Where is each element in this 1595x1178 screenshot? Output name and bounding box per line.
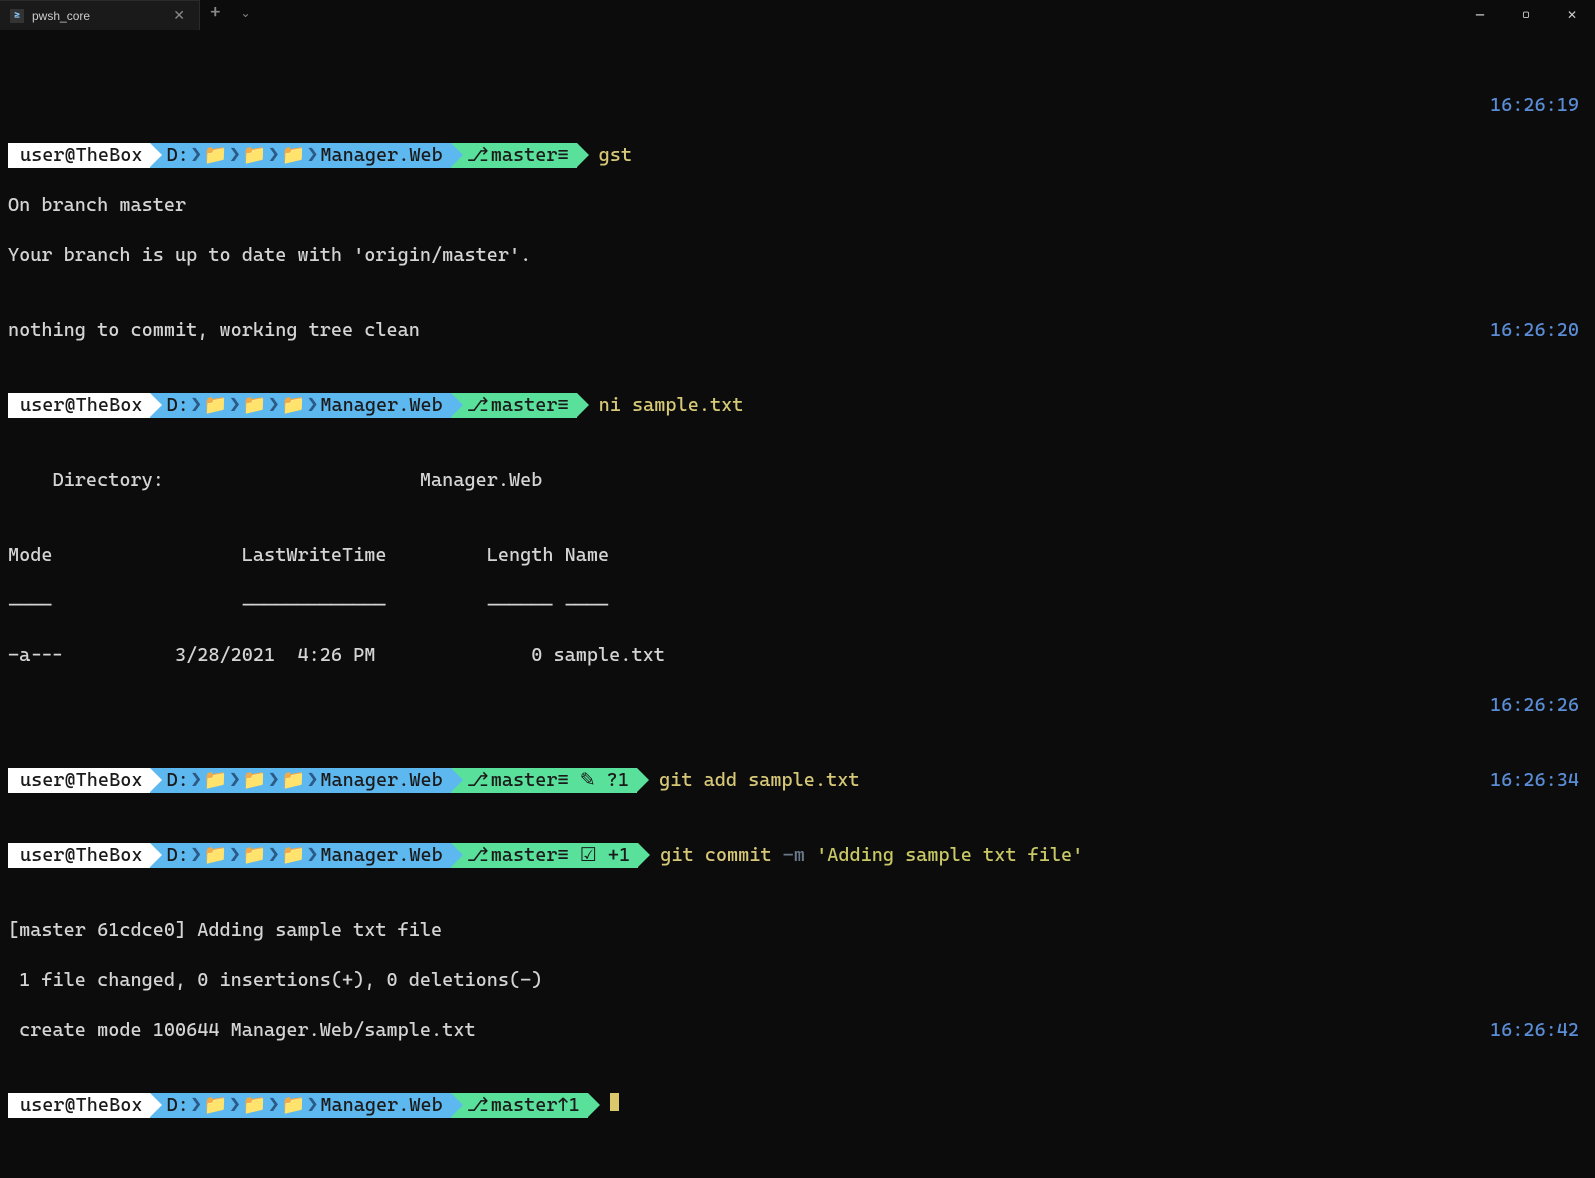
output-line: 1 file changed, 0 insertions(+), 0 delet… bbox=[8, 968, 1587, 993]
maximize-button[interactable]: ▢ bbox=[1503, 0, 1549, 30]
branch-icon: ⎇ bbox=[467, 393, 489, 418]
branch-icon: ⎇ bbox=[467, 1093, 489, 1118]
titlebar: ≥ pwsh_core ✕ + ⌄ ─ ▢ ✕ bbox=[0, 0, 1595, 33]
command-input: git commit -m 'Adding sample txt file' bbox=[660, 843, 1083, 868]
prompt-branch-ahead: ⎇master ↑1 bbox=[451, 1093, 588, 1118]
timestamp: 16:26:42 bbox=[1490, 1018, 1579, 1043]
branch-icon: ⎇ bbox=[467, 843, 489, 868]
output-line: Directory: Manager.Web bbox=[8, 468, 1587, 493]
output-line: create mode 100644 Manager.Web/sample.tx… bbox=[8, 1018, 476, 1043]
prompt-branch: ⎇master ≡ bbox=[451, 143, 577, 168]
prompt-drive: D: ❯ 📁❯ 📁❯ 📁❯ Manager.Web bbox=[150, 143, 450, 168]
prompt-user: user@TheBox bbox=[8, 843, 150, 868]
output-line: Your branch is up to date with 'origin/m… bbox=[8, 243, 1587, 268]
prompt-line: user@TheBox D: ❯ 📁❯ 📁❯ 📁❯ Manager.Web ⎇m… bbox=[8, 1093, 1587, 1118]
prompt-branch-staged: ⎇master ≡ ☑ +1 bbox=[451, 843, 638, 868]
branch-icon: ⎇ bbox=[467, 768, 489, 793]
prompt-user: user@TheBox bbox=[8, 1093, 150, 1118]
timestamp: 16:26:19 bbox=[1490, 93, 1579, 118]
prompt-line: user@TheBox D: ❯ 📁❯ 📁❯ 📁❯ Manager.Web ⎇m… bbox=[8, 393, 1587, 418]
branch-icon: ⎇ bbox=[467, 143, 489, 168]
prompt-user: user@TheBox bbox=[8, 768, 150, 793]
prompt-drive: D: ❯ 📁❯ 📁❯ 📁❯ Manager.Web bbox=[150, 1093, 450, 1118]
tab-pwsh[interactable]: ≥ pwsh_core ✕ bbox=[0, 0, 200, 30]
new-tab-button[interactable]: + bbox=[200, 0, 231, 25]
tab-close-button[interactable]: ✕ bbox=[169, 8, 189, 24]
powershell-icon: ≥ bbox=[10, 9, 24, 23]
prompt-user: user@TheBox bbox=[8, 143, 150, 168]
table-header: Mode LastWriteTime Length Name bbox=[8, 543, 1587, 568]
output-line: On branch master bbox=[8, 193, 1587, 218]
minimize-button[interactable]: ─ bbox=[1457, 0, 1503, 30]
prompt-branch: ⎇master ≡ bbox=[451, 393, 577, 418]
terminal-body[interactable]: 16:26:19 user@TheBox D: ❯ 📁❯ 📁❯ 📁❯ Manag… bbox=[0, 33, 1595, 1178]
prompt-user: user@TheBox bbox=[8, 393, 150, 418]
prompt-line: user@TheBox D: ❯ 📁❯ 📁❯ 📁❯ Manager.Web ⎇m… bbox=[8, 843, 1587, 868]
close-button[interactable]: ✕ bbox=[1549, 0, 1595, 30]
cursor bbox=[610, 1093, 619, 1111]
command-input: gst bbox=[599, 143, 632, 168]
timestamp: 16:26:34 bbox=[1490, 768, 1579, 793]
prompt-drive: D: ❯ 📁❯ 📁❯ 📁❯ Manager.Web bbox=[150, 768, 450, 793]
prompt-drive: D: ❯ 📁❯ 📁❯ 📁❯ Manager.Web bbox=[150, 843, 450, 868]
prompt-line: user@TheBox D: ❯ 📁❯ 📁❯ 📁❯ Manager.Web ⎇m… bbox=[8, 768, 1587, 793]
window-controls: ─ ▢ ✕ bbox=[1457, 0, 1595, 30]
prompt-line: user@TheBox D: ❯ 📁❯ 📁❯ 📁❯ Manager.Web ⎇m… bbox=[8, 143, 1587, 168]
tab-dropdown-button[interactable]: ⌄ bbox=[231, 0, 261, 26]
command-input: ni sample.txt bbox=[599, 393, 744, 418]
timestamp: 16:26:26 bbox=[1490, 693, 1579, 718]
tab-title: pwsh_core bbox=[32, 9, 169, 23]
table-row: -a--- 3/28/2021 4:26 PM 0 sample.txt bbox=[8, 643, 1587, 668]
command-input: git add sample.txt bbox=[659, 768, 859, 793]
table-separator: ---- ------------- ------ ---- bbox=[8, 593, 1587, 618]
timestamp: 16:26:20 bbox=[1490, 318, 1579, 343]
output-line: nothing to commit, working tree clean bbox=[8, 318, 420, 343]
output-line: [master 61cdce0] Adding sample txt file bbox=[8, 918, 1587, 943]
prompt-branch-untracked: ⎇master ≡ ✎ ?1 bbox=[451, 768, 637, 793]
prompt-drive: D: ❯ 📁❯ 📁❯ 📁❯ Manager.Web bbox=[150, 393, 450, 418]
